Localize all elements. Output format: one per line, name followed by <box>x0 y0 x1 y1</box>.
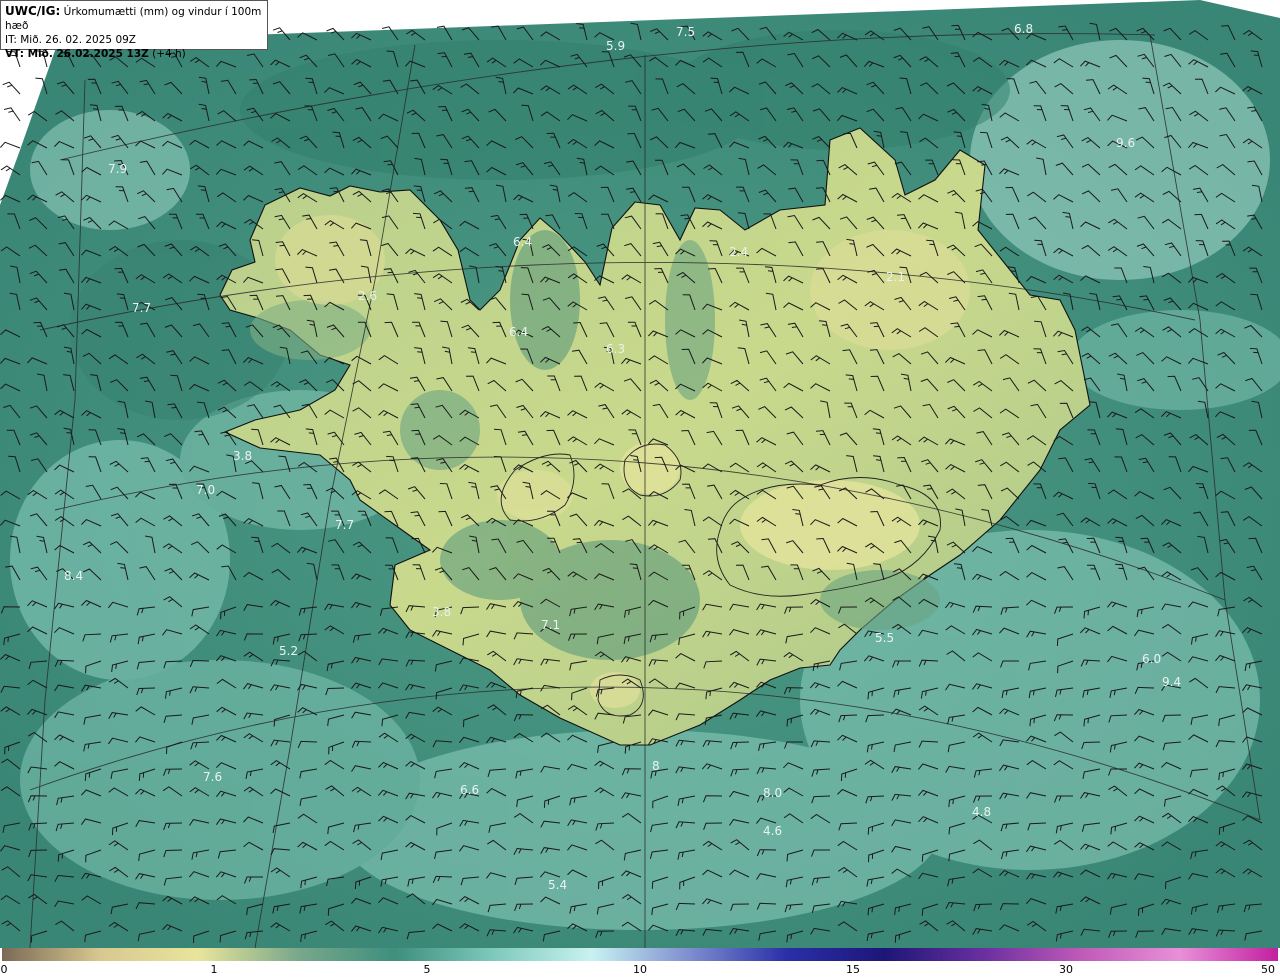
map-value-label: 6.3 <box>606 342 625 356</box>
valid-time: VT: Mið. 26.02.2025 13Z <box>5 48 149 60</box>
map-value-label: 5.9 <box>606 39 625 53</box>
forecast-offset: (+4 h) <box>148 48 186 60</box>
map-value-label: 8 <box>652 759 660 773</box>
map-value-label: 5.5 <box>875 631 894 645</box>
map-value-label: 5.2 <box>279 644 298 658</box>
precipitation-map: 5.9 7.5 6.8 9.6 7.9 6.4 2.4 2.1 7.7 2.6 … <box>0 0 1280 948</box>
map-value-label: 4.8 <box>972 805 991 819</box>
map-value-label: 3.8 <box>233 449 252 463</box>
map-value-label: 7.9 <box>108 162 127 176</box>
map-value-label: 7.7 <box>132 301 151 315</box>
map-value-label: 6.6 <box>460 783 479 797</box>
colorbar-tick-label: 5 <box>423 963 431 976</box>
map-value-label: 2.4 <box>729 245 748 259</box>
forecast-info-box: UWC/IG: Úrkomumætti (mm) og vindur í 100… <box>0 0 268 60</box>
map-value-label: 8.4 <box>64 569 83 583</box>
colorbar-tick-label: 10 <box>633 963 647 976</box>
colorbar-tick-label: 30 <box>1059 963 1073 976</box>
map-value-label: 7.6 <box>203 770 222 784</box>
map-value-label: 8.0 <box>763 786 782 800</box>
map-value-label: 6.8 <box>1014 22 1033 36</box>
colorbar-tick-label: 15 <box>846 963 860 976</box>
map-value-label: 3.8 <box>432 605 451 619</box>
map-value-label: 2.6 <box>358 289 377 303</box>
map-value-label: 9.4 <box>1162 675 1181 689</box>
valid-time-line: VT: Mið. 26.02.2025 13Z (+4 h) <box>5 47 263 61</box>
map-value-label: 6.4 <box>509 325 528 339</box>
map-value-label: 7.0 <box>196 483 215 497</box>
map-value-label: 7.7 <box>335 518 354 532</box>
colorbar-tick-label: 1 <box>210 963 218 976</box>
model-label: UWC/IG: <box>5 4 61 18</box>
map-value-label: 6.4 <box>513 235 532 249</box>
map-value-label: 7.5 <box>676 25 695 39</box>
title-line: UWC/IG: Úrkomumætti (mm) og vindur í 100… <box>5 4 263 33</box>
colorbar-tick-label: 0 <box>0 963 8 976</box>
colorbar-tick-label: 50 <box>1261 963 1275 976</box>
map-value-label: 7.1 <box>541 618 560 632</box>
map-value-label: 6.0 <box>1142 652 1161 666</box>
map-value-label: 2.1 <box>886 270 905 284</box>
map-value-label: 5.4 <box>548 878 567 892</box>
initial-time: IT: Mið. 26. 02. 2025 09Z <box>5 34 136 46</box>
map-value-label: 4.6 <box>763 824 782 838</box>
map-value-label: 9.6 <box>1116 136 1135 150</box>
precipitation-colorbar <box>2 948 1278 961</box>
